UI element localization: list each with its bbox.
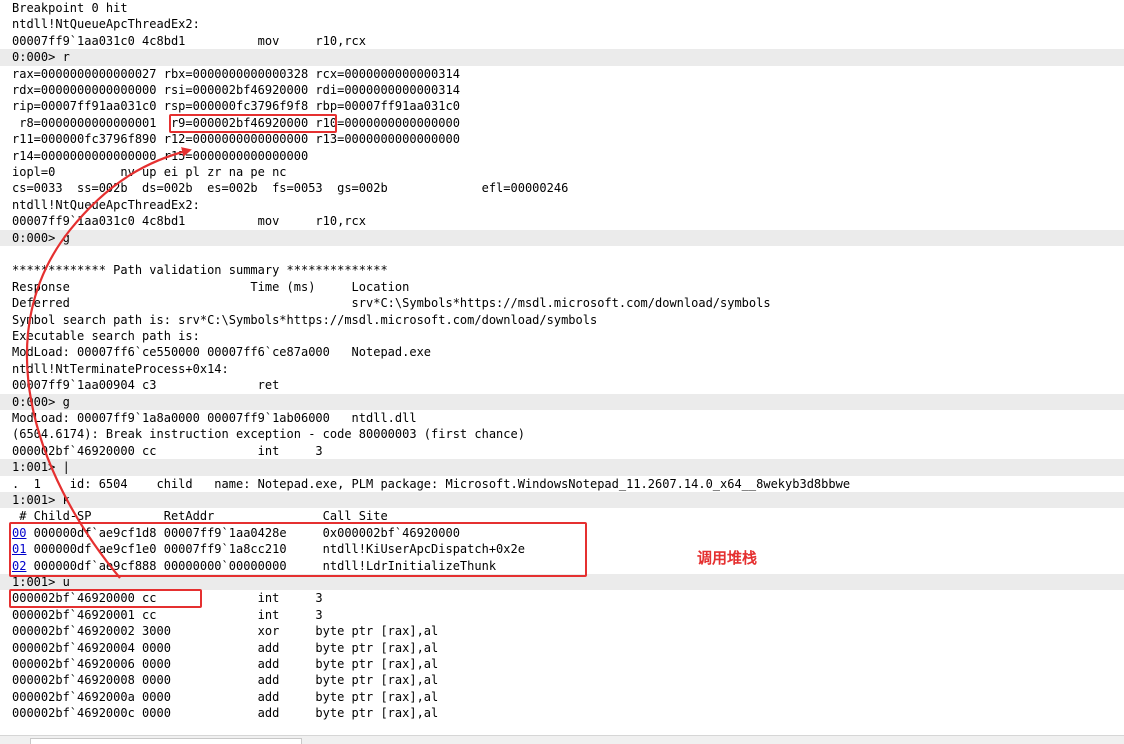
- output-line: 00007ff9`1aa031c0 4c8bd1 mov r10,rcx: [12, 214, 367, 229]
- output-line: 000002bf`46920008 0000 add byte ptr [rax…: [12, 673, 439, 688]
- output-line: r14=0000000000000000 r15=000000000000000…: [12, 148, 309, 163]
- output-line: 000002bf`46920004 0000 add byte ptr [rax…: [12, 640, 439, 655]
- output-line: Response Time (ms) Location: [12, 279, 410, 294]
- command-line: 1:001> k: [12, 493, 70, 507]
- output-line: ntdll!NtTerminateProcess+0x14:: [12, 361, 229, 376]
- output-line: ntdll!NtQueueApcThreadEx2:: [12, 197, 200, 212]
- command-input[interactable]: [30, 738, 302, 744]
- output-line: Breakpoint 0 hit: [12, 1, 128, 15]
- call-stack-highlight-box: [9, 521, 587, 577]
- output-line: iopl=0 nv up ei pl zr na pe nc: [12, 165, 287, 179]
- output-line: (6504.6174): Break instruction exception…: [12, 427, 525, 442]
- output-line: cs=0033 ss=002b ds=002b es=002b fs=0053 …: [12, 181, 569, 196]
- output-line: 000002bf`4692000a 0000 add byte ptr [rax…: [12, 689, 439, 704]
- output-line: Executable search path is:: [12, 329, 200, 343]
- output-line: 000002bf`46920000 cc int 3: [12, 443, 323, 458]
- command-line: 1:001> |: [12, 460, 70, 475]
- r9-highlight-box: [169, 113, 337, 133]
- output-line: 000002bf`46920001 cc int 3: [12, 607, 323, 622]
- output-line: 000002bf`4692000c 0000 add byte ptr [rax…: [12, 706, 439, 721]
- output-line: ntdll!NtQueueApcThreadEx2:: [12, 17, 200, 32]
- output-line: 00007ff9`1aa00904 c3 ret: [12, 378, 280, 393]
- output-line: rip=00007ff91aa031c0 rsp=000000fc3796f9f…: [12, 99, 460, 114]
- output-line: rdx=0000000000000000 rsi=000002bf4692000…: [12, 83, 460, 97]
- output-line: 000002bf`46920002 3000 xor byte ptr [rax…: [12, 624, 439, 639]
- output-line: ModLoad: 00007ff9`1a8a0000 00007ff9`1ab0…: [12, 411, 417, 425]
- instruction-highlight-box: [9, 589, 202, 609]
- output-line: ModLoad: 00007ff6`ce550000 00007ff6`ce87…: [12, 345, 432, 360]
- command-line: 0:000> g: [12, 394, 70, 409]
- debugger-output: Breakpoint 0 hit ntdll!NtQueueApcThreadEx…: [0, 0, 1124, 735]
- output-line: 00007ff9`1aa031c0 4c8bd1 mov r10,rcx: [12, 33, 367, 48]
- output-line: 000002bf`46920006 0000 add byte ptr [rax…: [12, 657, 439, 671]
- output-line: . 1 id: 6504 child name: Notepad.exe, PL…: [12, 476, 851, 491]
- command-line: 0:000> g: [12, 230, 70, 245]
- output-line: Symbol search path is: srv*C:\Symbols*ht…: [12, 312, 598, 327]
- output-line: r11=000000fc3796f890 r12=000000000000000…: [12, 132, 460, 147]
- output-line: rax=0000000000000027 rbx=000000000000032…: [12, 66, 460, 81]
- output-line: Deferred srv*C:\Symbols*https://msdl.mic…: [12, 296, 771, 311]
- output-line: ************* Path validation summary **…: [12, 263, 388, 278]
- command-line: 0:000> r: [12, 50, 70, 65]
- call-stack-annotation-label: 调用堆栈: [697, 549, 758, 567]
